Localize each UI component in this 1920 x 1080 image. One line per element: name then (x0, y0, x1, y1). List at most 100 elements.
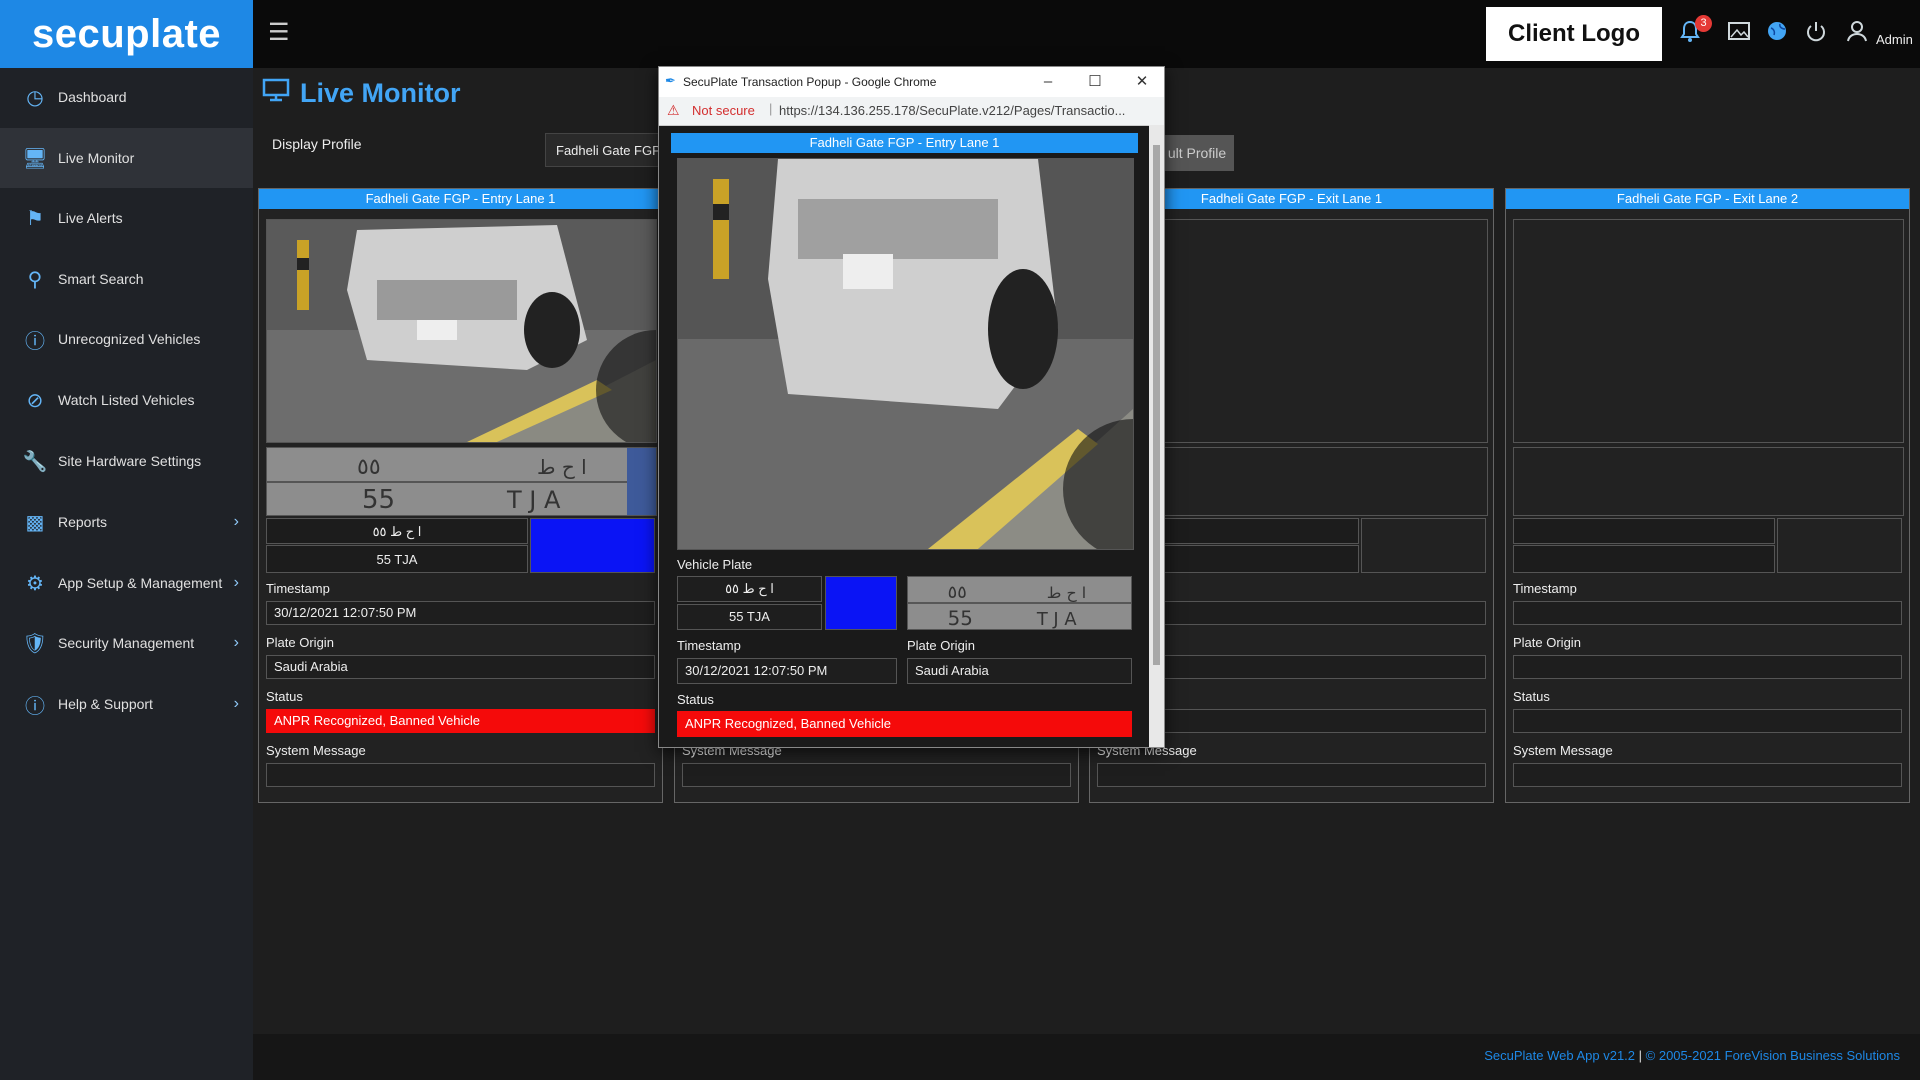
status-label: Status (1513, 689, 1550, 704)
monitor-icon: 🖥 (22, 147, 48, 170)
popup-lane-header: Fadheli Gate FGP - Entry Lane 1 (671, 133, 1138, 153)
plate-origin-label: Plate Origin (1513, 635, 1581, 650)
svg-text:ا ح ط: ا ح ط (1047, 583, 1086, 603)
page-title-text: Live Monitor (300, 78, 461, 108)
minimize-icon[interactable]: – (1038, 72, 1058, 92)
display-profile-select[interactable]: Fadheli Gate FGP (545, 133, 667, 167)
footer: SecuPlate Web App v21.2 | © 2005-2021 Fo… (1484, 1048, 1900, 1063)
lane-header: Fadheli Gate FGP - Exit Lane 2 (1506, 189, 1909, 209)
sidebar-item-live-monitor[interactable]: 🖥 Live Monitor (0, 128, 253, 188)
plate-origin-value (1513, 655, 1902, 679)
user-name[interactable]: Admin (1876, 32, 1913, 47)
svg-text:T J A: T J A (506, 486, 561, 514)
plate-arabic-text: ا ح ط ٥٥ (677, 576, 822, 602)
lane-panel-entry-1: Fadheli Gate FGP - Entry Lane 1 ٥٥ ا ح ط… (258, 188, 663, 803)
question-circle-icon: ⓘ (25, 330, 45, 353)
image-icon[interactable] (1725, 20, 1753, 48)
footer-app-version[interactable]: SecuPlate Web App v21.2 (1484, 1048, 1635, 1063)
sidebar-item-label: Unrecognized Vehicles (58, 331, 201, 347)
sidebar-item-label: Smart Search (58, 271, 144, 287)
sidebar-item-security-management[interactable]: 🛡 Security Management › (0, 613, 253, 673)
vehicle-camera-image[interactable] (266, 219, 657, 443)
plate-color-swatch (1777, 518, 1902, 573)
plate-origin-value: Saudi Arabia (266, 655, 655, 679)
chevron-right-icon: › (233, 574, 239, 591)
plate-english-text (1513, 545, 1775, 573)
sidebar-item-label: Live Monitor (58, 150, 135, 166)
sidebar-item-app-setup[interactable]: ⚙ App Setup & Management › (0, 553, 253, 613)
sidebar-item-dashboard[interactable]: ◷ Dashboard (0, 67, 253, 127)
popup-url[interactable]: https://134.136.255.178/SecuPlate.v212/P… (779, 103, 1125, 118)
chevron-right-icon: › (233, 695, 239, 712)
sidebar-item-label: Reports (58, 514, 108, 530)
timestamp-value: 30/12/2021 12:07:50 PM (266, 601, 655, 625)
sidebar-item-label: Dashboard (58, 89, 127, 105)
sidebar-item-label: App Setup & Management (58, 575, 223, 591)
page-title: Live Monitor (262, 78, 461, 109)
gear-icon: ⚙ (26, 572, 44, 595)
flag-icon: ⚑ (26, 207, 44, 230)
globe-icon[interactable] (1763, 20, 1791, 48)
system-message-value (1513, 763, 1902, 787)
maximize-icon[interactable]: ☐ (1085, 72, 1105, 92)
plate-color-swatch (1361, 518, 1486, 573)
sidebar-item-unrecognized-vehicles[interactable]: ⓘ Unrecognized Vehicles (0, 309, 253, 369)
sidebar-item-label: Live Alerts (58, 210, 123, 226)
dashboard-gauge-icon: ◷ (26, 86, 44, 109)
wrench-icon: 🔧 (22, 450, 48, 473)
info-icon: ⓘ (25, 695, 45, 718)
plate-origin-label: Plate Origin (907, 638, 975, 653)
status-value (1513, 709, 1902, 733)
plate-crop-image[interactable] (1513, 447, 1904, 516)
popup-address-bar[interactable]: ⚠ Not secure | https://134.136.255.178/S… (659, 97, 1164, 126)
sidebar-item-help-support[interactable]: ⓘ Help & Support › (0, 674, 253, 734)
default-profile-button[interactable]: ult Profile (1160, 135, 1234, 171)
user-icon[interactable] (1843, 20, 1871, 48)
transaction-popup-window[interactable]: ✒ SecuPlate Transaction Popup - Google C… (658, 66, 1165, 748)
svg-text:٥٥: ٥٥ (948, 583, 967, 603)
sidebar-item-site-hardware-settings[interactable]: 🔧 Site Hardware Settings (0, 431, 253, 491)
sidebar-item-live-alerts[interactable]: ⚑ Live Alerts (0, 188, 253, 248)
footer-company-link[interactable]: ForeVision Business Solutions (1725, 1048, 1900, 1063)
close-icon[interactable]: ✕ (1132, 72, 1152, 92)
sidebar-item-watch-listed-vehicles[interactable]: ⊘ Watch Listed Vehicles (0, 370, 253, 430)
popup-titlebar[interactable]: ✒ SecuPlate Transaction Popup - Google C… (659, 67, 1164, 97)
sidebar-item-label: Security Management (58, 635, 195, 651)
popup-scrollbar-thumb[interactable] (1153, 145, 1160, 665)
system-message-value (682, 763, 1071, 787)
popup-title: SecuPlate Transaction Popup - Google Chr… (683, 75, 937, 89)
status-value: ANPR Recognized, Banned Vehicle (266, 709, 655, 733)
shield-icon: 🛡 (22, 632, 48, 655)
plate-crop-image[interactable]: ٥٥ ا ح ط 55 T J A (266, 447, 657, 516)
plate-arabic-text (1513, 518, 1775, 544)
app-logo[interactable]: secuplate (0, 0, 253, 68)
plate-arabic-text: ا ح ط ٥٥ (266, 518, 528, 544)
plate-english-text: 55 TJA (266, 545, 528, 573)
plate-crop-image[interactable]: ٥٥ ا ح ط 55 T J A (907, 576, 1132, 630)
footer-separator: | (1638, 1048, 1643, 1063)
lane-panel-exit-2: Fadheli Gate FGP - Exit Lane 2 Timestamp… (1505, 188, 1910, 803)
timestamp-value (1513, 601, 1902, 625)
hamburger-menu-icon[interactable]: ☰ (268, 20, 294, 46)
feather-icon: ✒ (665, 73, 676, 88)
plate-origin-value: Saudi Arabia (907, 658, 1132, 684)
popup-vehicle-image[interactable] (677, 158, 1134, 550)
not-secure-label: Not secure (692, 103, 755, 118)
sidebar-item-smart-search[interactable]: ⚲ Smart Search (0, 249, 253, 309)
sidebar-item-reports[interactable]: ▩ Reports › (0, 492, 253, 552)
warning-icon: ⚠ (667, 102, 680, 118)
client-logo: Client Logo (1486, 7, 1662, 61)
plate-color-swatch (530, 518, 655, 573)
svg-text:T J A: T J A (1036, 610, 1077, 629)
power-icon[interactable] (1802, 20, 1830, 48)
display-profile-label: Display Profile (272, 136, 362, 152)
timestamp-label: Timestamp (266, 581, 330, 596)
system-message-value (266, 763, 655, 787)
svg-text:55: 55 (362, 485, 395, 515)
system-message-label: System Message (266, 743, 366, 758)
sidebar-item-label: Site Hardware Settings (58, 453, 202, 469)
plate-english-text: 55 TJA (677, 604, 822, 630)
timestamp-label: Timestamp (677, 638, 741, 653)
bar-chart-icon: ▩ (25, 511, 45, 534)
vehicle-camera-image[interactable] (1513, 219, 1904, 443)
